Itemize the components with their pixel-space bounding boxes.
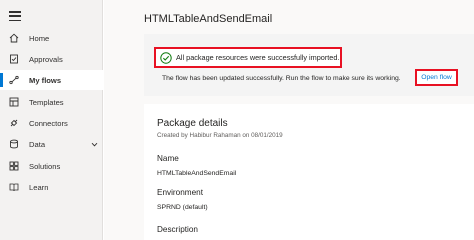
sidebar-nav: Home Approvals My flows Templates Connec… xyxy=(0,0,103,240)
sidebar-item-label: Solutions xyxy=(29,161,61,171)
sidebar-item-learn[interactable]: Learn xyxy=(0,177,103,197)
name-value: HTMLTableAndSendEmail xyxy=(157,170,237,177)
success-text: All package resources were successfully … xyxy=(176,53,340,62)
chevron-down-icon[interactable] xyxy=(91,141,98,148)
page-title: HTMLTableAndSendEmail xyxy=(144,13,273,25)
flow-icon xyxy=(9,75,19,85)
package-details-panel: Package details Created by Habibur Raham… xyxy=(144,104,474,240)
import-status-banner: All package resources were successfully … xyxy=(144,34,474,96)
sidebar-item-templates[interactable]: Templates xyxy=(0,92,103,112)
sidebar-item-label: Data xyxy=(29,139,46,149)
sidebar-item-label: Connectors xyxy=(29,118,68,128)
sidebar-item-data[interactable]: Data xyxy=(0,134,103,154)
created-by-text: Created by Habibur Rahaman on 08/01/2019 xyxy=(157,132,283,139)
main-content: HTMLTableAndSendEmail All package resour… xyxy=(104,0,474,240)
sidebar-item-label: Home xyxy=(29,33,50,43)
package-details-title: Package details xyxy=(157,118,228,129)
sidebar-item-home[interactable]: Home xyxy=(0,28,103,48)
sidebar-item-label: Templates xyxy=(29,97,64,107)
templates-icon xyxy=(9,97,19,107)
hamburger-menu-icon[interactable] xyxy=(9,11,21,21)
sidebar-item-label: My flows xyxy=(29,75,62,85)
sidebar-item-label: Approvals xyxy=(29,54,63,64)
data-icon xyxy=(9,139,19,149)
approvals-icon xyxy=(9,54,19,64)
learn-icon xyxy=(9,182,19,192)
open-flow-link[interactable]: Open flow xyxy=(415,69,458,86)
environment-value: SPRND (default) xyxy=(157,204,208,211)
sidebar-item-solutions[interactable]: Solutions xyxy=(0,156,103,176)
home-icon xyxy=(9,33,19,43)
sidebar-item-label: Learn xyxy=(29,182,49,192)
solutions-icon xyxy=(9,161,19,171)
updated-message: The flow has been updated successfully. … xyxy=(162,75,401,82)
description-label: Description xyxy=(157,225,198,234)
sidebar-item-approvals[interactable]: Approvals xyxy=(0,49,103,69)
name-label: Name xyxy=(157,154,179,163)
check-circle-icon xyxy=(160,51,172,64)
sidebar-item-my-flows[interactable]: My flows xyxy=(0,70,103,90)
connectors-icon xyxy=(9,118,19,128)
environment-label: Environment xyxy=(157,188,203,197)
success-message: All package resources were successfully … xyxy=(154,47,342,68)
sidebar-item-connectors[interactable]: Connectors xyxy=(0,113,103,133)
